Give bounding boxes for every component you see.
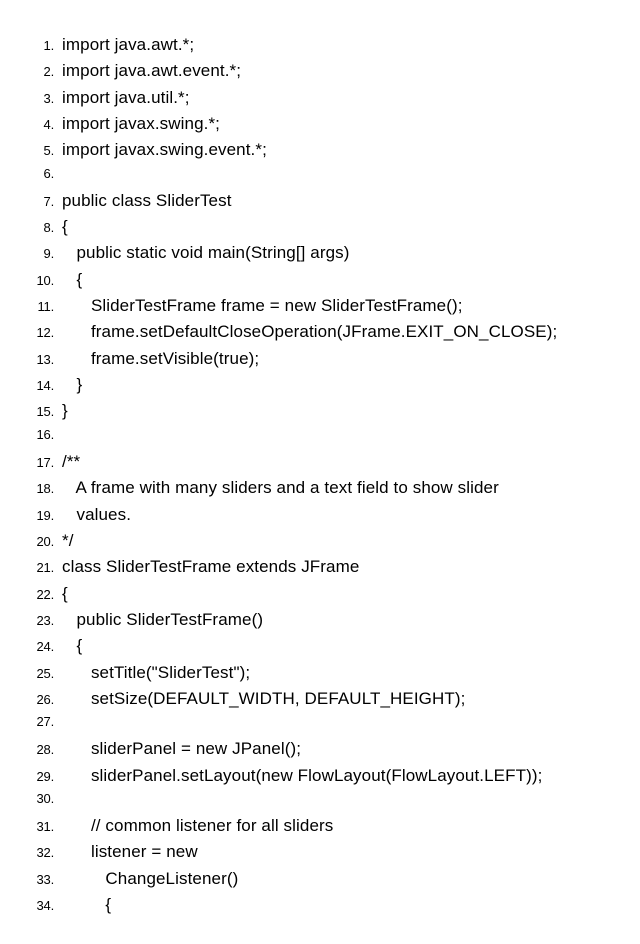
- code-line: 13 frame.setVisible(true);: [20, 346, 620, 372]
- code-line: 2 import java.awt.event.*;: [20, 58, 620, 84]
- code-line: 10 {: [20, 267, 620, 293]
- line-number: 1: [20, 36, 54, 56]
- code-line: 14 }: [20, 372, 620, 398]
- code-line: 23 public SliderTestFrame(): [20, 607, 620, 633]
- code-line: 30: [20, 789, 620, 813]
- line-number: 26: [20, 690, 54, 710]
- line-number: 7: [20, 192, 54, 212]
- code-text: values.: [62, 502, 131, 528]
- code-line: 25 setTitle("SliderTest");: [20, 660, 620, 686]
- code-text: sliderPanel.setLayout(new FlowLayout(Flo…: [62, 763, 542, 789]
- code-line: 24 {: [20, 633, 620, 659]
- code-line: 22 {: [20, 581, 620, 607]
- line-number: 3: [20, 89, 54, 109]
- code-text: setSize(DEFAULT_WIDTH, DEFAULT_HEIGHT);: [62, 686, 465, 712]
- code-line: 33 ChangeListener(): [20, 866, 620, 892]
- code-text: {: [62, 581, 68, 607]
- code-text: {: [62, 214, 68, 240]
- code-text: import java.util.*;: [62, 85, 190, 111]
- code-line: 21 class SliderTestFrame extends JFrame: [20, 554, 620, 580]
- code-text: }: [62, 398, 68, 424]
- line-number: 13: [20, 350, 54, 370]
- code-text: ChangeListener(): [62, 866, 238, 892]
- code-text: public class SliderTest: [62, 188, 232, 214]
- code-text: {: [62, 633, 82, 659]
- line-number: 14: [20, 376, 54, 396]
- code-text: public static void main(String[] args): [62, 240, 350, 266]
- code-text: }: [62, 372, 82, 398]
- code-line: 6: [20, 164, 620, 188]
- code-line: 31 // common listener for all sliders: [20, 813, 620, 839]
- line-number: 15: [20, 402, 54, 422]
- line-number: 4: [20, 115, 54, 135]
- code-line: 19 values.: [20, 502, 620, 528]
- code-line: 20 */: [20, 528, 620, 554]
- code-text: public SliderTestFrame(): [62, 607, 263, 633]
- line-number: 12: [20, 323, 54, 343]
- code-line: 3 import java.util.*;: [20, 85, 620, 111]
- code-line: 26 setSize(DEFAULT_WIDTH, DEFAULT_HEIGHT…: [20, 686, 620, 712]
- code-text: /**: [62, 449, 80, 475]
- line-number: 17: [20, 453, 54, 473]
- code-line: 32 listener = new: [20, 839, 620, 865]
- line-number: 28: [20, 740, 54, 760]
- line-number: 5: [20, 141, 54, 161]
- code-line: 11 SliderTestFrame frame = new SliderTes…: [20, 293, 620, 319]
- code-line: 28 sliderPanel = new JPanel();: [20, 736, 620, 762]
- code-line: 34 {: [20, 892, 620, 918]
- line-number: 10: [20, 271, 54, 291]
- code-text: SliderTestFrame frame = new SliderTestFr…: [62, 293, 463, 319]
- code-line: 12 frame.setDefaultCloseOperation(JFrame…: [20, 319, 620, 345]
- code-text: frame.setDefaultCloseOperation(JFrame.EX…: [62, 319, 557, 345]
- code-line: 7 public class SliderTest: [20, 188, 620, 214]
- code-line: 15}: [20, 398, 620, 424]
- line-number: 32: [20, 843, 54, 863]
- code-text: class SliderTestFrame extends JFrame: [62, 554, 359, 580]
- line-number: 25: [20, 664, 54, 684]
- line-number: 29: [20, 767, 54, 787]
- line-number: 30: [20, 789, 54, 809]
- line-number: 8: [20, 218, 54, 238]
- code-text: A frame with many sliders and a text fie…: [62, 475, 499, 501]
- line-number: 19: [20, 506, 54, 526]
- code-line: 16: [20, 425, 620, 449]
- code-text: listener = new: [62, 839, 198, 865]
- code-line: 29 sliderPanel.setLayout(new FlowLayout(…: [20, 763, 620, 789]
- line-number: 34: [20, 896, 54, 916]
- code-text: import javax.swing.*;: [62, 111, 220, 137]
- line-number: 9: [20, 244, 54, 264]
- line-number: 18: [20, 479, 54, 499]
- line-number: 22: [20, 585, 54, 605]
- code-text: // common listener for all sliders: [62, 813, 333, 839]
- code-text: sliderPanel = new JPanel();: [62, 736, 301, 762]
- line-number: 2: [20, 62, 54, 82]
- code-text: frame.setVisible(true);: [62, 346, 259, 372]
- line-number: 31: [20, 817, 54, 837]
- code-line: 27: [20, 712, 620, 736]
- code-line: 18 A frame with many sliders and a text …: [20, 475, 620, 501]
- code-line: 17 /**: [20, 449, 620, 475]
- code-text: {: [62, 267, 82, 293]
- code-line: 1 import java.awt.*;: [20, 32, 620, 58]
- line-number: 24: [20, 637, 54, 657]
- code-line: 9 public static void main(String[] args): [20, 240, 620, 266]
- code-text: {: [62, 892, 111, 918]
- code-line: 4 import javax.swing.*;: [20, 111, 620, 137]
- line-number: 21: [20, 558, 54, 578]
- line-number: 20: [20, 532, 54, 552]
- code-line: 5 import javax.swing.event.*;: [20, 137, 620, 163]
- line-number: 6: [20, 164, 54, 184]
- line-number: 16: [20, 425, 54, 445]
- line-number: 27: [20, 712, 54, 732]
- line-number: 33: [20, 870, 54, 890]
- code-listing: 1 import java.awt.*; 2 import java.awt.even…: [20, 32, 620, 918]
- line-number: 11: [20, 297, 54, 317]
- code-text: */: [62, 528, 74, 554]
- code-text: import javax.swing.event.*;: [62, 137, 267, 163]
- code-text: import java.awt.*;: [62, 32, 194, 58]
- code-text: import java.awt.event.*;: [62, 58, 241, 84]
- line-number: 23: [20, 611, 54, 631]
- code-text: setTitle("SliderTest");: [62, 660, 250, 686]
- code-line: 8{: [20, 214, 620, 240]
